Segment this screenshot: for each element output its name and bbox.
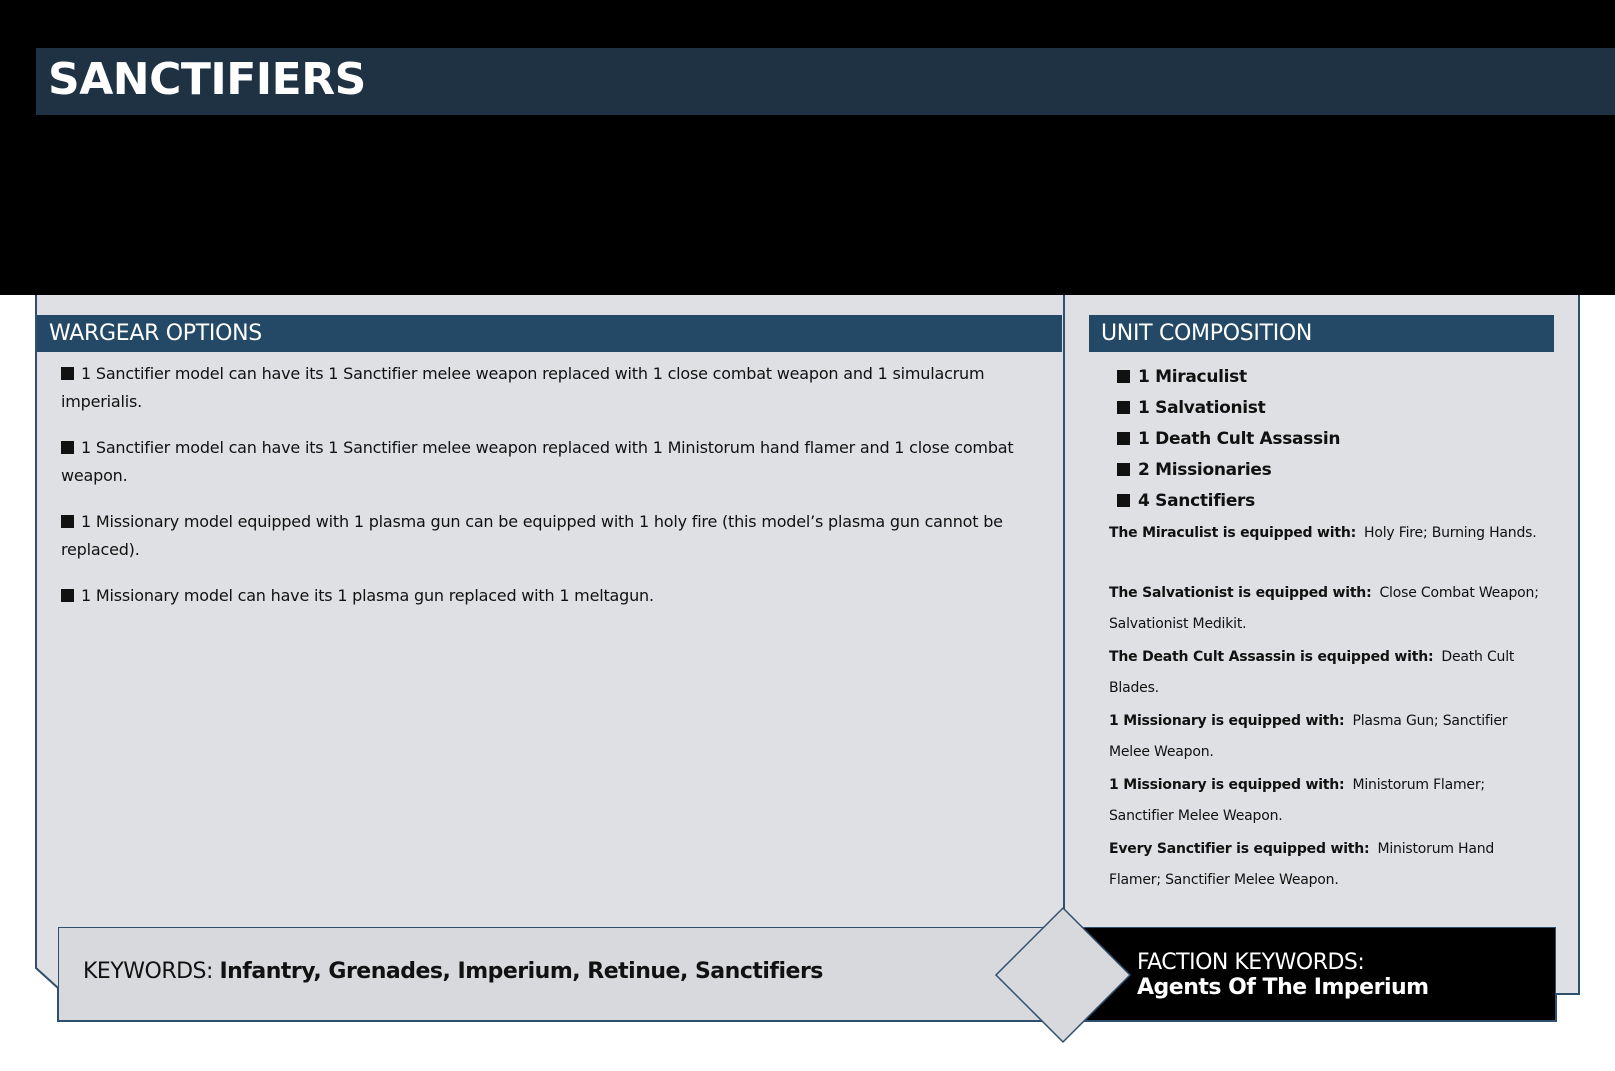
square-bullet-icon — [1117, 463, 1130, 476]
keywords-label: KEYWORDS: — [83, 959, 213, 984]
equipment-label: 1 Missionary is equipped with: — [1109, 713, 1345, 729]
keywords-line: KEYWORDS: Infantry, Grenades, Imperium, … — [83, 959, 823, 984]
equipment-value: Holy Fire; Burning Hands. — [1364, 525, 1537, 541]
composition-model-text: 1 Salvationist — [1138, 398, 1266, 418]
equipment-label: 1 Missionary is equipped with: — [1109, 777, 1345, 793]
composition-model: 1 Salvationist — [1117, 395, 1340, 426]
square-bullet-icon — [1117, 432, 1130, 445]
composition-model: 1 Death Cult Assassin — [1117, 426, 1341, 457]
unit-composition-list: 1 Miraculist 1 Salvationist 1 Death Cult… — [1117, 364, 1341, 519]
equipment-list: The Miraculist is equipped with: Holy Fir… — [1109, 518, 1545, 898]
composition-model-text: 1 Miraculist — [1138, 367, 1247, 387]
composition-model-text: 4 Sanctifiers — [1138, 491, 1255, 511]
composition-model: 4 Sanctifiers — [1117, 488, 1340, 519]
square-bullet-icon — [61, 441, 74, 454]
equipment-entry: 1 Missionary is equipped with: Ministorum… — [1109, 770, 1545, 832]
equipment-entry: Every Sanctifier is equipped with: Minist… — [1109, 834, 1545, 896]
header-band: SANCTIFIERS — [0, 0, 1615, 295]
equipment-entry: The Miraculist is equipped with: Holy Fir… — [1109, 518, 1545, 549]
wargear-option: 1 Sanctifier model can have its 1 Sancti… — [61, 360, 1046, 416]
faction-keywords-label: FACTION KEYWORDS: — [1137, 950, 1365, 975]
wargear-option-text: 1 Sanctifier model can have its 1 Sancti… — [61, 364, 985, 411]
title-bar: SANCTIFIERS — [36, 48, 1615, 115]
wargear-option-text: 1 Missionary model can have its 1 plasma… — [81, 586, 654, 605]
square-bullet-icon — [1117, 370, 1130, 383]
square-bullet-icon — [1117, 401, 1130, 414]
keywords-values: Infantry, Grenades, Imperium, Retinue, S… — [219, 959, 823, 984]
composition-model: 2 Missionaries — [1117, 457, 1340, 488]
datasheet-page: SANCTIFIERS WARGEAR OPTIONS 1 Sanctifier… — [0, 0, 1615, 1071]
equipment-entry: The Death Cult Assassin is equipped with… — [1109, 642, 1545, 704]
wargear-option-text: 1 Missionary model equipped with 1 plasm… — [61, 512, 1003, 559]
wargear-option: 1 Sanctifier model can have its 1 Sancti… — [61, 434, 1046, 490]
composition-model-text: 1 Death Cult Assassin — [1138, 429, 1341, 449]
equipment-label: The Salvationist is equipped with: — [1109, 585, 1372, 601]
unit-title: SANCTIFIERS — [48, 54, 366, 105]
composition-model: 1 Miraculist — [1117, 364, 1340, 395]
composition-model-text: 2 Missionaries — [1138, 460, 1272, 480]
wargear-option: 1 Missionary model equipped with 1 plasm… — [61, 508, 1046, 564]
equipment-label: Every Sanctifier is equipped with: — [1109, 841, 1370, 857]
unit-composition-header: UNIT COMPOSITION — [1089, 315, 1554, 352]
wargear-option-text: 1 Sanctifier model can have its 1 Sancti… — [61, 438, 1014, 485]
square-bullet-icon — [61, 367, 74, 380]
equipment-label: The Death Cult Assassin is equipped with… — [1109, 649, 1434, 665]
keywords-box: KEYWORDS: Infantry, Grenades, Imperium, … — [58, 927, 1058, 1021]
square-bullet-icon — [61, 515, 74, 528]
equipment-label: The Miraculist is equipped with: — [1109, 525, 1357, 541]
equipment-entry: The Salvationist is equipped with: Close … — [1109, 578, 1545, 640]
faction-keywords-value: Agents Of The Imperium — [1137, 975, 1429, 1000]
wargear-options-header: WARGEAR OPTIONS — [37, 315, 1062, 352]
square-bullet-icon — [61, 589, 74, 602]
square-bullet-icon — [1117, 494, 1130, 507]
wargear-option: 1 Missionary model can have its 1 plasma… — [61, 582, 1046, 610]
wargear-options-list: 1 Sanctifier model can have its 1 Sancti… — [61, 360, 1046, 628]
faction-keywords-box: FACTION KEYWORDS: Agents Of The Imperium — [1064, 927, 1556, 1021]
equipment-entry: 1 Missionary is equipped with: Plasma Gun… — [1109, 706, 1545, 768]
